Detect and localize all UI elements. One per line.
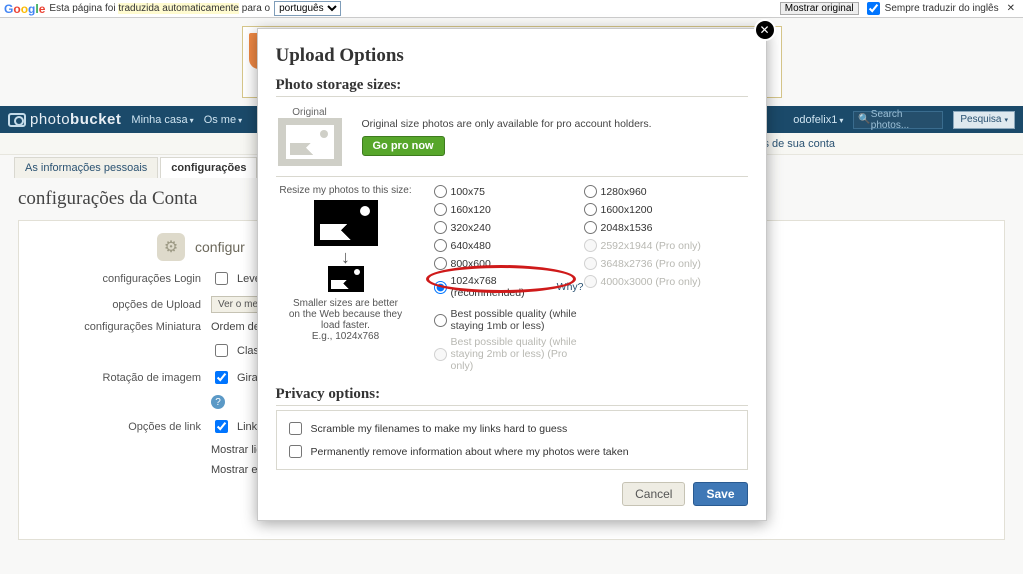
modal-overlay: ✕ Upload Options Photo storage sizes: Or… [0, 0, 1023, 574]
pro-note: Original size photos are only available … [362, 118, 652, 130]
highlight-circle [426, 265, 576, 293]
quality-1mb[interactable]: Best possible quality (while staying 1mb… [434, 308, 584, 332]
quality-2mb-pro: Best possible quality (while staying 2mb… [434, 336, 584, 372]
size-160x120[interactable]: 160x120 [434, 203, 584, 216]
size-100x75[interactable]: 100x75 [434, 185, 584, 198]
arrow-down-icon: ↓ [276, 250, 416, 264]
upload-options-modal: ✕ Upload Options Photo storage sizes: Or… [257, 28, 767, 521]
scramble-filenames[interactable]: Scramble my filenames to make my links h… [285, 417, 739, 440]
resize-label: Resize my photos to this size: [276, 185, 416, 196]
size-320x240[interactable]: 320x240 [434, 221, 584, 234]
privacy-section-title: Privacy options: [276, 386, 748, 406]
storage-section-title: Photo storage sizes: [276, 77, 748, 97]
go-pro-button[interactable]: Go pro now [362, 136, 445, 156]
size-2592-pro: 2592x1944 (Pro only) [584, 239, 734, 252]
size-2048x1536[interactable]: 2048x1536 [584, 221, 734, 234]
remove-location-info[interactable]: Permanently remove information about whe… [285, 440, 739, 463]
size-640x480[interactable]: 640x480 [434, 239, 584, 252]
image-placeholder-icon [278, 118, 342, 166]
size-1600x1200[interactable]: 1600x1200 [584, 203, 734, 216]
small-image-icon [328, 266, 364, 292]
original-label: Original [278, 107, 342, 118]
size-1280x960[interactable]: 1280x960 [584, 185, 734, 198]
cancel-button[interactable]: Cancel [622, 482, 685, 506]
size-4000-pro: 4000x3000 (Pro only) [584, 275, 734, 288]
size-3648-pro: 3648x2736 (Pro only) [584, 257, 734, 270]
close-button[interactable]: ✕ [754, 19, 776, 41]
large-image-icon [314, 200, 378, 246]
modal-title: Upload Options [276, 45, 748, 67]
save-button[interactable]: Save [693, 482, 747, 506]
